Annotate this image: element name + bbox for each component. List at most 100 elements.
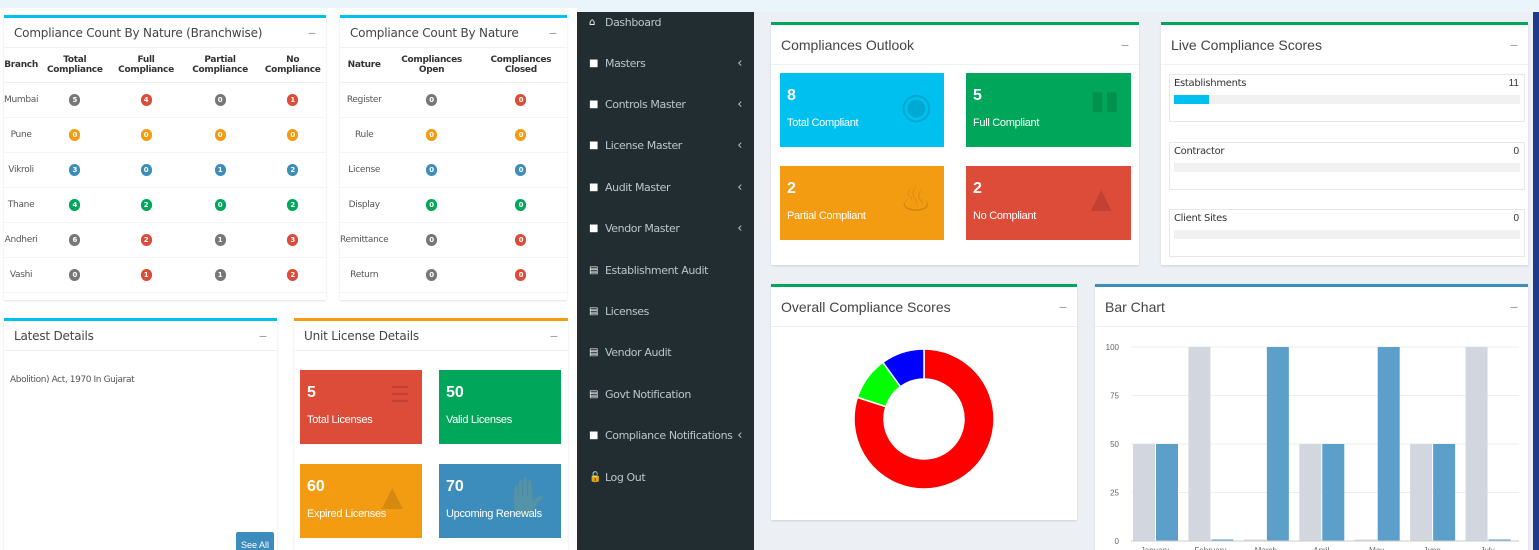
collapse-icon[interactable]: −	[549, 26, 557, 40]
count-badge[interactable]: 2	[287, 198, 299, 211]
top-strip-left	[0, 0, 577, 8]
bar[interactable]	[1133, 444, 1155, 541]
sidebar-item-vendor-audit[interactable]: ▤ Vendor Audit	[577, 338, 754, 368]
bar[interactable]	[1188, 347, 1211, 541]
sidebar-item-label: Log Out	[605, 470, 646, 484]
count-badge[interactable]: 1	[214, 233, 226, 246]
count-badge[interactable]: 0	[426, 93, 438, 106]
count-badge[interactable]: 0	[515, 128, 527, 141]
bar[interactable]	[1433, 444, 1456, 541]
partial-compliant-tile[interactable]: 2 Partial Compliant ♨	[780, 166, 944, 240]
count-badge[interactable]: 0	[515, 268, 527, 281]
sidebar-item-controls-master[interactable]: ■ Controls Master ‹	[577, 89, 754, 119]
sidebar-item-licenses[interactable]: ▤ Licenses	[577, 296, 754, 326]
upcoming-renewals-tile[interactable]: 70 Upcoming Renewals ✋	[439, 464, 561, 538]
tile-value: 8	[787, 87, 796, 104]
col-header: Total Compliance	[38, 48, 112, 83]
sidebar-item-masters[interactable]: ■ Masters ‹	[577, 48, 754, 78]
collapse-icon[interactable]: −	[308, 26, 316, 40]
bar[interactable]	[1465, 347, 1488, 541]
sidebar-item-compliance-notifications[interactable]: ■ Compliance Notifications ‹	[577, 421, 754, 451]
see-all-button[interactable]: See All	[236, 532, 274, 550]
count-badge[interactable]: 2	[287, 268, 299, 281]
x-tick-label: January	[1141, 546, 1169, 550]
count-badge[interactable]: 4	[69, 198, 81, 211]
nature-table: Nature Compliances Open Compliances Clos…	[340, 48, 567, 293]
tile-value: 2	[787, 180, 796, 197]
count-badge[interactable]: 3	[287, 233, 299, 246]
count-badge[interactable]: 0	[214, 93, 226, 106]
count-badge[interactable]: 0	[426, 233, 438, 246]
count-badge[interactable]: 0	[214, 128, 226, 141]
count-badge[interactable]: 0	[69, 268, 81, 281]
latest-text: Abolition) Act, 1970 In Gujarat	[10, 375, 135, 385]
count-badge[interactable]: 0	[69, 128, 81, 141]
valid-licenses-tile[interactable]: 50 Valid Licenses	[439, 370, 561, 444]
count-badge[interactable]: 2	[140, 198, 152, 211]
score-value: 0	[1513, 213, 1519, 224]
count-badge[interactable]: 5	[69, 93, 81, 106]
collapse-icon[interactable]: −	[1510, 300, 1518, 314]
sidebar-item-license-master[interactable]: ■ License Master ‹	[577, 131, 754, 161]
branchwise-body: Mumbai 5 4 0 1 Pune 0 0 0 0 Vikroli 3 0 1 2 Thane 4 2 0 2 An…	[4, 82, 326, 293]
count-badge[interactable]: 0	[515, 233, 527, 246]
row-label: Display	[340, 187, 389, 223]
tile-value: 2	[973, 180, 982, 197]
col-header: Nature	[340, 48, 389, 83]
sidebar-item-log-out[interactable]: 🔓 Log Out	[577, 462, 754, 492]
no-compliant-tile[interactable]: 2 No Compliant ▲	[966, 166, 1131, 240]
count-badge[interactable]: 0	[515, 198, 527, 211]
count-badge[interactable]: 2	[287, 163, 299, 176]
collapse-icon[interactable]: −	[550, 329, 558, 343]
count-badge[interactable]: 0	[214, 198, 226, 211]
count-badge[interactable]: 0	[515, 93, 527, 106]
count-badge[interactable]: 0	[426, 128, 438, 141]
live-title: Live Compliance Scores	[1171, 36, 1322, 53]
bar[interactable]	[1377, 347, 1400, 541]
total-licenses-tile[interactable]: 5 Total Licenses ☰	[300, 370, 422, 444]
tile-value: 5	[307, 384, 316, 401]
collapse-icon[interactable]: −	[1059, 300, 1067, 314]
file-icon: ▤	[589, 305, 599, 317]
count-badge[interactable]: 1	[287, 93, 299, 106]
expired-licenses-tile[interactable]: 60 Expired Licenses ▲	[300, 464, 422, 538]
sidebar-item-dashboard[interactable]: ⌂ Dashboard	[577, 7, 754, 37]
collapse-icon[interactable]: −	[1121, 38, 1129, 52]
count-badge[interactable]: 0	[515, 163, 527, 176]
count-badge[interactable]: 6	[69, 233, 81, 246]
table-row: Return 0 0	[340, 257, 567, 293]
count-badge[interactable]: 0	[140, 128, 152, 141]
chevron-left-icon: ‹	[737, 221, 742, 237]
count-badge[interactable]: 2	[140, 233, 152, 246]
count-badge[interactable]: 4	[140, 93, 152, 106]
sidebar-item-govt-notification[interactable]: ▤ Govt Notification	[577, 379, 754, 409]
count-badge[interactable]: 0	[426, 163, 438, 176]
count-cell: 1	[180, 222, 260, 258]
count-badge[interactable]: 0	[287, 128, 299, 141]
sidebar-item-vendor-master[interactable]: ■ Vendor Master ‹	[577, 214, 754, 244]
bar[interactable]	[1266, 347, 1289, 541]
count-badge[interactable]: 0	[426, 268, 438, 281]
sidebar-item-establishment-audit[interactable]: ▤ Establishment Audit	[577, 255, 754, 285]
table-row: Register 0 0	[340, 82, 567, 118]
count-badge[interactable]: 3	[69, 163, 81, 176]
score-track	[1174, 230, 1520, 239]
bar[interactable]	[1299, 444, 1322, 541]
full-compliant-tile[interactable]: 5 Full Compliant ▮▮	[966, 73, 1131, 147]
bar[interactable]	[1322, 444, 1345, 541]
count-badge[interactable]: 0	[426, 198, 438, 211]
count-badge[interactable]: 1	[214, 163, 226, 176]
count-badge[interactable]: 1	[140, 268, 152, 281]
count-badge[interactable]: 0	[140, 163, 152, 176]
sidebar-item-audit-master[interactable]: ■ Audit Master ‹	[577, 172, 754, 202]
total-compliant-tile[interactable]: 8 Total Compliant ◉	[780, 73, 944, 147]
bar[interactable]	[1410, 444, 1433, 541]
sidebar-item-label: License Master	[605, 139, 682, 153]
count-badge[interactable]: 1	[214, 268, 226, 281]
bar[interactable]	[1156, 444, 1178, 541]
tile-label: No Compliant	[973, 210, 1037, 222]
col-header: Branch	[4, 48, 38, 83]
fire-icon: ♨	[899, 178, 932, 219]
collapse-icon[interactable]: −	[259, 329, 267, 343]
collapse-icon[interactable]: −	[1510, 38, 1518, 52]
